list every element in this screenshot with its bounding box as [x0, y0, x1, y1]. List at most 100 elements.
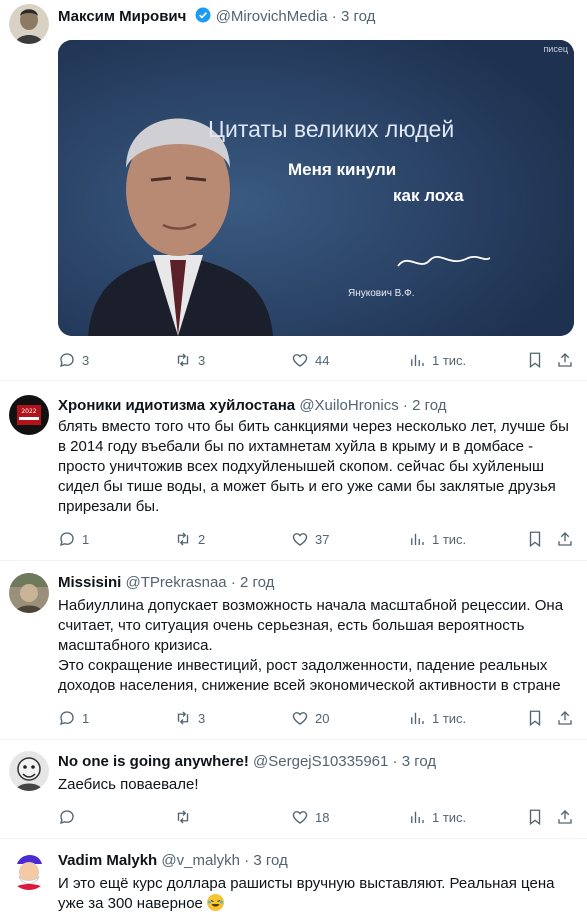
retweet-button[interactable]: 2 [174, 529, 205, 549]
like-icon [292, 712, 308, 725]
tweet[interactable]: No one is going anywhere! @SergejS103359… [0, 740, 587, 839]
separator-dot: · [402, 397, 408, 414]
views-count: 1 тис. [432, 710, 467, 726]
author-handle[interactable]: @TPrekrasnaa [126, 574, 227, 591]
tweet[interactable]: Vadim Malykh @v_malykh · 3 год И это ещё… [0, 839, 587, 918]
tweet-text: блять вместо того что бы бить санкциями … [58, 417, 574, 517]
share-button[interactable] [556, 708, 574, 728]
retweet-icon [177, 532, 189, 546]
author-name[interactable]: Missisini [58, 574, 121, 591]
action-bar: 18 1 тис. [58, 807, 578, 827]
bookmark-button[interactable] [526, 529, 544, 549]
author-handle[interactable]: @v_malykh [161, 852, 240, 869]
views-count: 1 тис. [432, 352, 467, 368]
action-bar: 3 3 44 1 тис. [58, 350, 578, 370]
share-icon [558, 810, 572, 824]
views-button[interactable]: 1 тис. [408, 807, 466, 827]
bookmark-button[interactable] [526, 350, 544, 370]
share-icon [558, 353, 572, 367]
share-button[interactable] [556, 350, 574, 370]
tweet[interactable]: Missisini @TPrekrasnaa · 2 год Набиуллин… [0, 561, 587, 740]
avatar[interactable] [9, 850, 49, 890]
like-button[interactable]: 18 [291, 807, 329, 827]
action-bar: 1 3 20 1 тис. [58, 708, 578, 728]
author-name[interactable]: Vadim Malykh [58, 852, 157, 869]
timestamp[interactable]: 3 год [341, 8, 375, 25]
tweet-paragraph: блять вместо того что бы бить санкциями … [58, 418, 569, 515]
tweet-header: No one is going anywhere! @SergejS103359… [58, 752, 436, 772]
bookmark-icon [529, 809, 541, 826]
like-button[interactable]: 44 [291, 350, 329, 370]
avatar[interactable]: 2022 [9, 395, 49, 435]
share-button[interactable] [556, 529, 574, 549]
reply-count: 3 [82, 352, 90, 368]
author-name[interactable]: Максим Мирович [58, 8, 186, 25]
like-button[interactable]: 20 [291, 708, 329, 728]
tweet-header: Хроники идиотизма хуйлостана @XuiloHroni… [58, 396, 447, 416]
retweet-button[interactable] [174, 807, 198, 827]
views-count: 1 тис. [432, 531, 467, 547]
image-quote-line1: Меня кинули [288, 160, 397, 179]
reply-icon [59, 353, 74, 368]
retweet-button[interactable]: 3 [174, 350, 205, 370]
views-icon [411, 712, 424, 724]
author-handle[interactable]: @MirovichMedia [216, 8, 328, 25]
tweet-header: Missisini @TPrekrasnaa · 2 год [58, 573, 274, 593]
tweet[interactable]: 2022 Хроники идиотизма хуйлостана @Xuilo… [0, 381, 587, 561]
views-count: 1 тис. [432, 809, 467, 825]
author-name[interactable]: Хроники идиотизма хуйлостана [58, 397, 295, 414]
tweet-paragraph: И это ещё курс доллара рашисты вручную в… [58, 875, 555, 912]
bookmark-icon [529, 352, 541, 369]
reply-button[interactable]: 1 [58, 708, 89, 728]
author-handle[interactable]: @SergejS10335961 [253, 753, 388, 770]
timestamp[interactable]: 3 год [253, 852, 287, 869]
views-icon [411, 811, 424, 823]
reply-count: 1 [82, 710, 90, 726]
verified-icon [194, 6, 212, 30]
tweet-paragraph: Набиуллина допускает возможность начала … [58, 597, 564, 654]
like-count: 20 [315, 710, 330, 726]
separator-dot: · [230, 574, 236, 591]
like-button[interactable]: 37 [291, 529, 329, 549]
retweet-count: 2 [198, 531, 206, 547]
timestamp[interactable]: 3 год [402, 753, 436, 770]
image-signature: Янукович В.Ф. [348, 288, 415, 299]
avatar[interactable] [9, 573, 49, 613]
like-icon [292, 811, 308, 824]
reply-button[interactable] [58, 807, 82, 827]
reply-count: 1 [82, 531, 90, 547]
timestamp[interactable]: 2 год [412, 397, 446, 414]
laughing-emoji-icon [207, 894, 225, 911]
views-icon [411, 354, 424, 366]
tweet-paragraph: Zаебись поваевале! [58, 776, 199, 793]
tweet[interactable]: Максим Мирович @MirovichMedia · 3 год пи… [0, 0, 587, 381]
retweet-button[interactable]: 3 [174, 708, 205, 728]
avatar[interactable] [9, 751, 49, 791]
reply-button[interactable]: 3 [58, 350, 89, 370]
reply-icon [59, 810, 74, 825]
tweet-text: Zаебись поваевале! [58, 775, 574, 795]
action-bar: 1 2 37 1 тис. [58, 529, 578, 549]
views-button[interactable]: 1 тис. [408, 529, 466, 549]
tweet-text: И это ещё курс доллара рашисты вручную в… [58, 874, 574, 914]
views-button[interactable]: 1 тис. [408, 350, 466, 370]
like-icon [292, 533, 308, 546]
like-icon [292, 354, 308, 367]
tweet-image[interactable]: писец Цитаты великих людей Меня кинули к… [58, 40, 574, 336]
tweet-paragraph: Это сокращение инвестиций, рост задолжен… [58, 657, 561, 694]
avatar[interactable] [9, 4, 49, 44]
author-name[interactable]: No one is going anywhere! [58, 753, 249, 770]
retweet-count: 3 [198, 710, 206, 726]
tweet-header: Vadim Malykh @v_malykh · 3 год [58, 851, 288, 871]
reply-button[interactable]: 1 [58, 529, 89, 549]
like-count: 44 [315, 352, 330, 368]
bookmark-button[interactable] [526, 807, 544, 827]
separator-dot: · [331, 8, 337, 25]
retweet-icon [177, 810, 189, 824]
timestamp[interactable]: 2 год [240, 574, 274, 591]
share-button[interactable] [556, 807, 574, 827]
bookmark-button[interactable] [526, 708, 544, 728]
author-handle[interactable]: @XuiloHronics [299, 397, 398, 414]
separator-dot: · [244, 852, 250, 869]
views-button[interactable]: 1 тис. [408, 708, 466, 728]
